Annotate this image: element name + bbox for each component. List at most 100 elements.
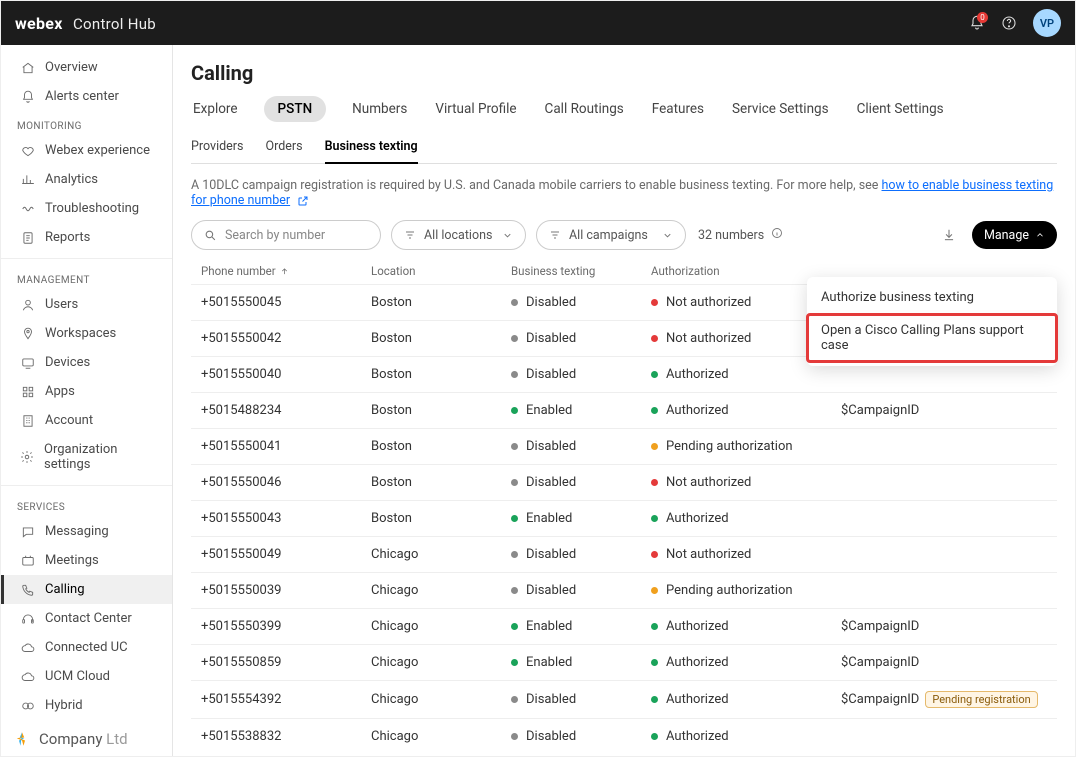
cell-business-texting: Enabled (511, 619, 651, 634)
pin-icon (20, 326, 35, 341)
info-text: A 10DLC campaign registration is require… (191, 178, 882, 193)
nav-workspaces[interactable]: Workspaces (1, 319, 172, 348)
nav-overview[interactable]: Overview (1, 53, 172, 82)
nav-meetings[interactable]: Meetings (1, 546, 172, 575)
cell-authorization: Pending authorization (651, 583, 841, 598)
cell-location: Boston (371, 367, 511, 382)
nav-alerts-center[interactable]: Alerts center (1, 82, 172, 111)
locations-label: All locations (424, 228, 492, 243)
cloud-icon (20, 669, 35, 684)
company-logo-icon (13, 730, 31, 748)
status-dot (651, 733, 658, 740)
table-row[interactable]: +5015554392ChicagoDisabledAuthorized$Cam… (191, 680, 1057, 718)
user-icon (20, 297, 35, 312)
status-dot (651, 479, 658, 486)
cell-authorization: Authorized (651, 729, 841, 744)
manage-button[interactable]: Manage (972, 221, 1057, 249)
nav-calling[interactable]: Calling (1, 575, 172, 604)
table-row[interactable]: +5015550046BostonDisabledNot authorized (191, 464, 1057, 500)
cell-location: Boston (371, 511, 511, 526)
table-row[interactable]: +5015550859ChicagoEnabledAuthorized$Camp… (191, 644, 1057, 680)
tab-pstn[interactable]: PSTN (264, 96, 327, 122)
dropdown-support-case[interactable]: Open a Cisco Calling Plans support case (807, 314, 1057, 362)
cell-location: Boston (371, 295, 511, 310)
table-row[interactable]: +5015550039ChicagoDisabledPending author… (191, 572, 1057, 608)
status-dot (511, 371, 518, 378)
cell-campaign: $CampaignID (841, 655, 1057, 670)
cell-business-texting: Disabled (511, 729, 651, 744)
nav-label: Workspaces (45, 326, 116, 341)
status-dot (651, 587, 658, 594)
table-row[interactable]: +5015538832ChicagoDisabledAuthorized (191, 718, 1057, 754)
nav-label: UCM Cloud (45, 669, 110, 684)
cell-phone: +5015550046 (201, 475, 371, 490)
col-location[interactable]: Location (371, 264, 511, 278)
table-row[interactable]: +5015550043BostonEnabledAuthorized (191, 500, 1057, 536)
nav-label: Apps (45, 384, 75, 399)
cell-campaign: $CampaignIDPending registration (841, 691, 1057, 708)
brand: webex Control Hub (15, 14, 156, 33)
cell-phone: +5015550040 (201, 367, 371, 382)
tab-virtual-profile[interactable]: Virtual Profile (433, 95, 518, 123)
nav-messaging[interactable]: Messaging (1, 517, 172, 546)
tab-numbers[interactable]: Numbers (350, 95, 409, 123)
nav-label: Reports (45, 230, 90, 245)
subtab-business-texting[interactable]: Business texting (325, 133, 418, 164)
phone-icon (20, 582, 35, 597)
nav-ucm-cloud[interactable]: UCM Cloud (1, 662, 172, 691)
status-dot (511, 696, 518, 703)
table-row[interactable]: +5015550041BostonDisabledPending authori… (191, 428, 1057, 464)
nav-account[interactable]: Account (1, 406, 172, 435)
locations-select[interactable]: All locations (391, 220, 526, 250)
cell-location: Boston (371, 439, 511, 454)
gear-icon (20, 450, 34, 465)
cloud-icon (20, 640, 35, 655)
cell-business-texting: Disabled (511, 367, 651, 382)
notifications-icon[interactable]: 0 (963, 9, 991, 37)
info-icon[interactable] (771, 227, 783, 239)
user-avatar[interactable]: VP (1033, 9, 1061, 37)
tab-explore[interactable]: Explore (191, 95, 240, 123)
dropdown-authorize[interactable]: Authorize business texting (807, 281, 1057, 314)
wave-icon (20, 201, 35, 216)
nav-label: Users (45, 297, 78, 312)
campaigns-select[interactable]: All campaigns (536, 220, 686, 250)
cell-phone: +5015550399 (201, 619, 371, 634)
status-dot (651, 623, 658, 630)
nav-users[interactable]: Users (1, 290, 172, 319)
nav-webex-experience[interactable]: Webex experience (1, 136, 172, 165)
subtab-providers[interactable]: Providers (191, 133, 244, 164)
primary-tabs: Explore PSTN Numbers Virtual Profile Call Ro… (191, 95, 1057, 123)
col-business-texting[interactable]: Business texting (511, 264, 651, 278)
cell-authorization: Authorized (651, 367, 841, 382)
col-authorization[interactable]: Authorization (651, 264, 841, 278)
col-phone[interactable]: Phone number (201, 264, 371, 278)
table-row[interactable]: +5015550399ChicagoEnabledAuthorized$Camp… (191, 608, 1057, 644)
nav-devices[interactable]: Devices (1, 348, 172, 377)
nav-hybrid[interactable]: Hybrid (1, 691, 172, 720)
search-input[interactable]: Search by number (191, 220, 381, 250)
manage-label: Manage (984, 228, 1029, 243)
nav-analytics[interactable]: Analytics (1, 165, 172, 194)
nav-troubleshooting[interactable]: Troubleshooting (1, 194, 172, 223)
nav-connected-uc[interactable]: Connected UC (1, 633, 172, 662)
nav-apps[interactable]: Apps (1, 377, 172, 406)
tab-features[interactable]: Features (650, 95, 706, 123)
download-icon[interactable] (942, 228, 956, 242)
nav-reports[interactable]: Reports (1, 223, 172, 252)
tab-service-settings[interactable]: Service Settings (730, 95, 831, 123)
nav-organization-settings[interactable]: Organization settings (1, 435, 172, 479)
registration-badge: Pending registration (925, 691, 1037, 708)
table-row[interactable]: +5015488234BostonEnabledAuthorized$Campa… (191, 392, 1057, 428)
help-icon[interactable] (995, 9, 1023, 37)
table-row[interactable]: +5015550049ChicagoDisabledNot authorized (191, 536, 1057, 572)
cell-phone: +5015550859 (201, 655, 371, 670)
nav-contact-center[interactable]: Contact Center (1, 604, 172, 633)
brand-sub: Control Hub (73, 15, 156, 33)
section-services: SERVICES (1, 492, 172, 517)
status-dot (511, 443, 518, 450)
tab-call-routings[interactable]: Call Routings (543, 95, 626, 123)
subtab-orders[interactable]: Orders (266, 133, 303, 164)
tab-client-settings[interactable]: Client Settings (855, 95, 946, 123)
grid-icon (20, 384, 35, 399)
